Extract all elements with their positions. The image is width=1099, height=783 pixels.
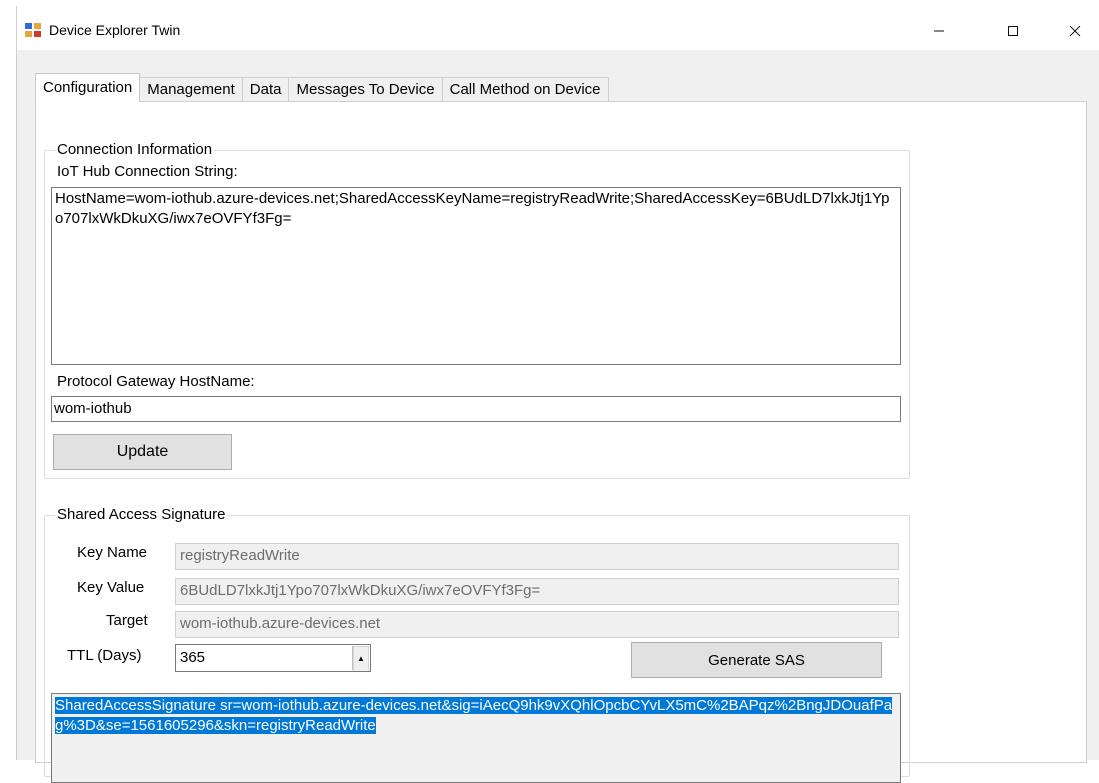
connection-information-group: Connection Information IoT Hub Connectio… — [44, 141, 910, 479]
ttl-label: TTL (Days) — [67, 647, 142, 664]
sas-output-text: SharedAccessSignature sr=wom-iothub.azur… — [55, 697, 893, 734]
tab-management[interactable]: Management — [139, 77, 243, 102]
window-title: Device Explorer Twin — [49, 22, 181, 38]
connection-group-title: Connection Information — [55, 141, 215, 158]
ttl-value: 365 — [180, 649, 206, 666]
target-field[interactable]: wom-iothub.azure-devices.net — [175, 611, 899, 638]
minimize-button[interactable] — [917, 16, 961, 46]
app-icon — [25, 23, 41, 37]
conn-string-label: IoT Hub Connection String: — [57, 163, 238, 180]
sas-group-title: Shared Access Signature — [55, 506, 228, 523]
maximize-button[interactable] — [991, 16, 1035, 46]
update-button[interactable]: Update — [53, 434, 232, 470]
key-name-label: Key Name — [77, 544, 148, 561]
main-window: Device Explorer Twin Configuration Manag… — [16, 6, 1099, 783]
close-icon — [1069, 25, 1081, 37]
gateway-label: Protocol Gateway HostName: — [57, 373, 255, 390]
configuration-panel: Connection Information IoT Hub Connectio… — [35, 101, 1087, 783]
key-value-label: Key Value — [77, 579, 145, 596]
maximize-icon — [1008, 26, 1018, 36]
title-bar[interactable]: Device Explorer Twin — [17, 6, 1099, 50]
shared-access-signature-group: Shared Access Signature Key Name registr… — [44, 506, 910, 783]
tab-configuration[interactable]: Configuration — [35, 73, 141, 102]
gateway-hostname-field[interactable]: wom-iothub — [51, 396, 901, 422]
sas-output-field[interactable]: SharedAccessSignature sr=wom-iothub.azur… — [51, 693, 901, 783]
key-name-field[interactable]: registryReadWrite — [175, 543, 899, 570]
ttl-stepper[interactable]: 365 ▲ ▼ — [175, 644, 371, 672]
close-button[interactable] — [1053, 16, 1097, 46]
tab-messages-to-device[interactable]: Messages To Device — [288, 77, 443, 102]
generate-sas-button[interactable]: Generate SAS — [631, 642, 882, 678]
target-label: Target — [106, 612, 148, 629]
tab-data[interactable]: Data — [241, 77, 290, 102]
key-value-field[interactable]: 6BUdLD7lxkJtj1Ypo707lxWkDkuXG/iwx7eOVFYf… — [175, 578, 899, 605]
tab-call-method[interactable]: Call Method on Device — [441, 77, 609, 102]
spin-up-icon[interactable]: ▲ — [353, 646, 369, 671]
ttl-spin-buttons: ▲ ▼ — [352, 646, 369, 671]
conn-string-field[interactable]: HostName=wom-iothub.azure-devices.net;Sh… — [51, 187, 901, 365]
tab-strip: Configuration Management Data Messages T… — [35, 73, 609, 102]
minimize-icon — [934, 30, 944, 32]
window-content: Configuration Management Data Messages T… — [17, 50, 1099, 783]
